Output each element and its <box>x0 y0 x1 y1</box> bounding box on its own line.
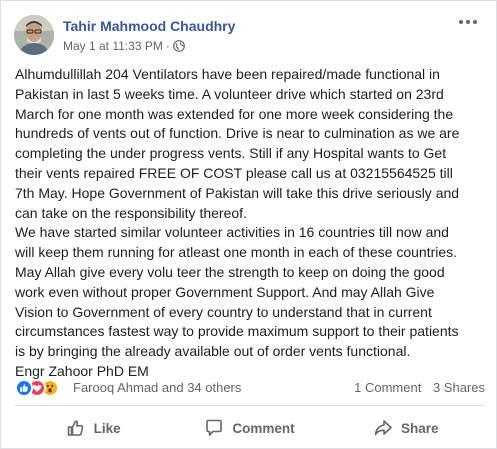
like-reaction-icon <box>15 379 33 397</box>
comment-label: Comment <box>232 420 295 436</box>
post-text-line: hundreds of vents out of function. Drive… <box>15 125 460 142</box>
post-actions: Like Comment Share <box>15 411 484 445</box>
author-name[interactable]: Tahir Mahmood Chaudhry <box>63 18 235 34</box>
avatar-photo <box>14 15 54 55</box>
avatar[interactable] <box>14 15 54 55</box>
post-text-line: circumstances fastest way to provide max… <box>15 323 459 340</box>
comments-count[interactable]: 1 Comment <box>354 380 421 395</box>
more-options-icon[interactable] <box>458 15 478 29</box>
post-text-line: can take on the responsibility thereof. <box>15 204 247 221</box>
shares-count[interactable]: 3 Shares <box>433 380 485 395</box>
post-text: Alhumdullillah 204 Ventilators have been… <box>15 65 493 382</box>
facebook-post: Tahir Mahmood Chaudhry May 1 at 11:33 PM… <box>0 0 497 449</box>
post-text-line: work even without proper Government Supp… <box>15 283 435 300</box>
engagement-counts: 1 Comment 3 Shares <box>346 380 485 395</box>
post-text-line: will keep them running for atleast one m… <box>15 244 458 261</box>
post-text-line: Vision to Government of every country to… <box>15 303 432 320</box>
post-header: Tahir Mahmood Chaudhry May 1 at 11:33 PM… <box>14 15 484 59</box>
meta-separator: · <box>165 39 170 53</box>
reaction-icons[interactable] <box>15 379 77 397</box>
reaction-names[interactable]: Farooq Ahmad and 34 others <box>73 380 241 395</box>
thumbs-up-icon <box>67 420 83 436</box>
share-button[interactable]: Share <box>328 411 484 445</box>
post-text-line: March for one month was extended for one… <box>15 105 454 122</box>
post-text-line: We have started similar volunteer activi… <box>15 224 449 241</box>
post-text-line: Pakistan in last 5 weeks time. A volunte… <box>15 85 444 102</box>
reactions-bar: Farooq Ahmad and 34 others 1 Comment 3 S… <box>15 377 485 399</box>
globe-icon[interactable] <box>172 40 185 52</box>
like-button[interactable]: Like <box>15 411 171 445</box>
post-text-line: completing the under progress vents. Sti… <box>15 145 447 162</box>
post-meta: May 1 at 11:33 PM · <box>63 39 185 53</box>
post-text-line: is by bringing the already available out… <box>15 343 411 360</box>
post-text-line: May Allah give every volu teer the stren… <box>15 263 445 280</box>
post-text-line: Alhumdullillah 204 Ventilators have been… <box>15 66 440 82</box>
post-text-line: their vents repaired FREE OF COST please… <box>15 164 453 181</box>
post-timestamp[interactable]: May 1 at 11:33 PM <box>63 39 163 53</box>
like-label: Like <box>93 420 121 436</box>
comment-button[interactable]: Comment <box>171 411 327 445</box>
share-label: Share <box>401 420 439 436</box>
post-text-line: 7th May. Hope Government of Pakistan wil… <box>15 184 460 201</box>
share-arrow-icon <box>374 420 392 436</box>
comment-icon <box>206 419 223 436</box>
actions-divider <box>15 405 484 406</box>
